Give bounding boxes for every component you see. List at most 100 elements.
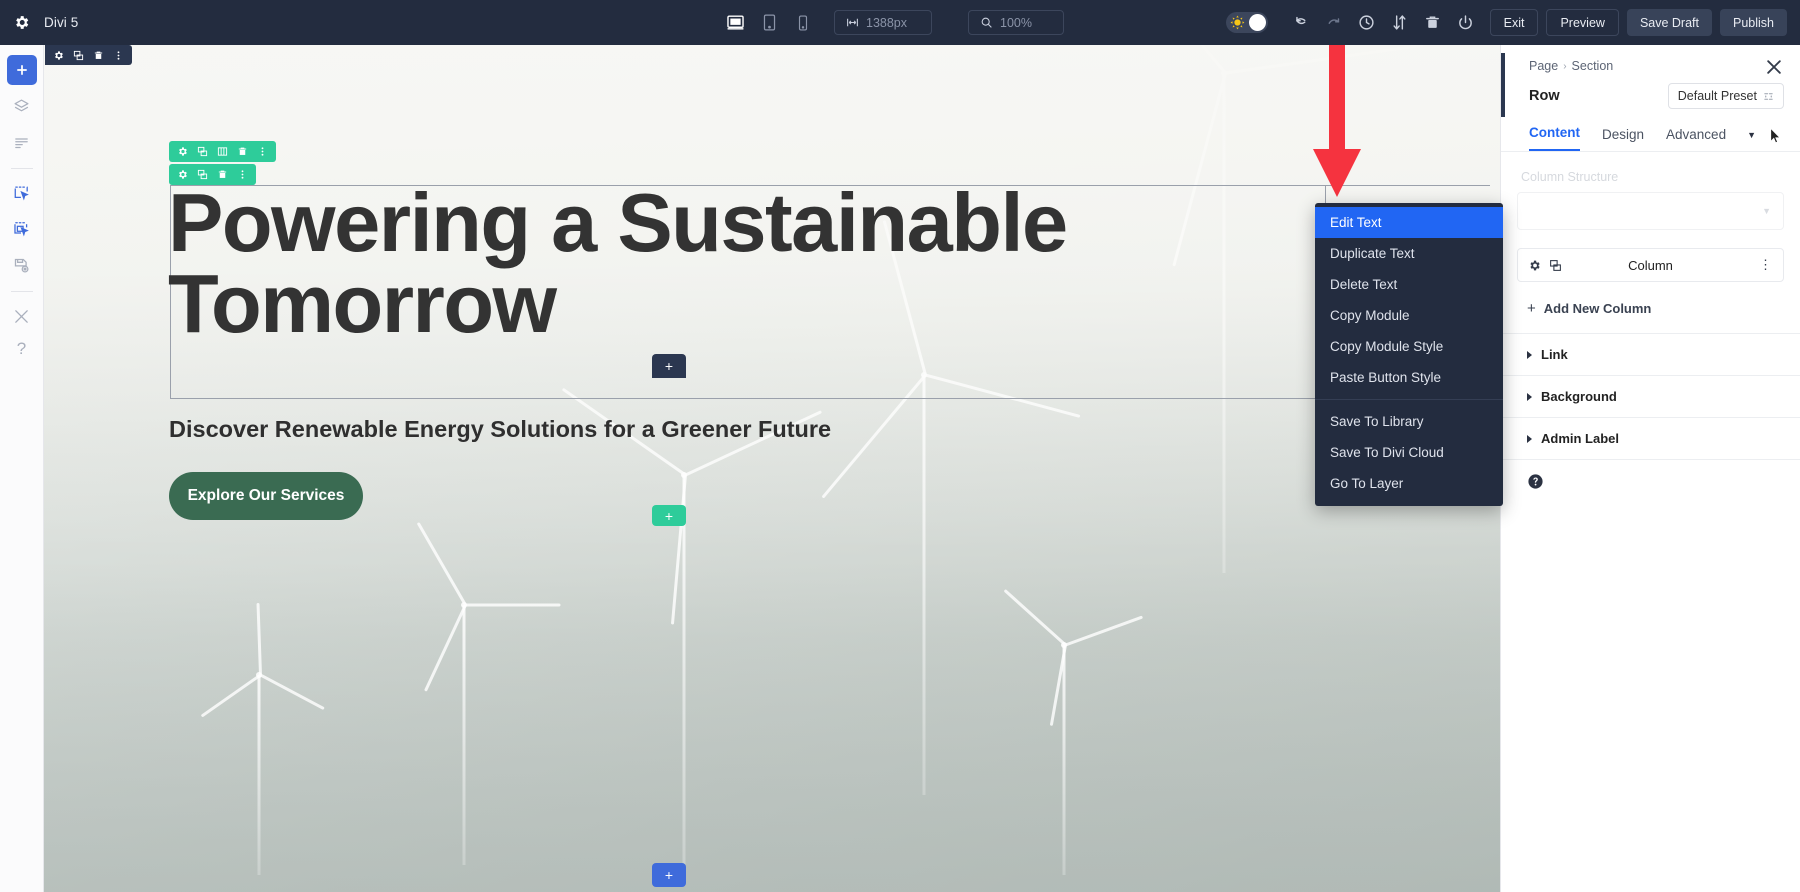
more-dots-icon[interactable]: ⋮ bbox=[1759, 257, 1773, 273]
tab-design[interactable]: Design bbox=[1602, 127, 1644, 151]
gear-icon bbox=[179, 147, 187, 156]
panel-accent-bar bbox=[1501, 53, 1505, 117]
close-icon[interactable] bbox=[1764, 57, 1784, 77]
save-disk-icon bbox=[14, 258, 29, 273]
context-menu-item-duplicate-text[interactable]: Duplicate Text bbox=[1315, 238, 1503, 269]
save-draft-button[interactable]: Save Draft bbox=[1626, 9, 1712, 36]
accordion-background[interactable]: Background bbox=[1501, 375, 1800, 417]
hero-subheadline[interactable]: Discover Renewable Energy Solutions for … bbox=[169, 416, 831, 443]
hero-headline[interactable]: Powering a Sustainable Tomorrow bbox=[168, 181, 1168, 345]
zoom-value: 100% bbox=[1000, 15, 1032, 30]
toolbar-right-group: Exit Preview Save Draft Publish bbox=[1225, 0, 1787, 45]
add-module-button-dark[interactable]: + bbox=[652, 354, 686, 378]
sidebar-item-layers[interactable] bbox=[7, 91, 37, 121]
redo-arrow-icon[interactable] bbox=[1317, 6, 1350, 39]
click-select-icon bbox=[14, 185, 29, 200]
breadcrumb-section[interactable]: Section bbox=[1572, 59, 1614, 73]
duplicate-icon bbox=[197, 146, 208, 157]
viewport-desktop-button[interactable] bbox=[722, 10, 748, 36]
viewport-phone-button[interactable] bbox=[790, 10, 816, 36]
accordion-admin-label[interactable]: Admin Label bbox=[1501, 417, 1800, 459]
sidebar-item-multi-select[interactable] bbox=[7, 214, 37, 244]
tab-advanced[interactable]: Advanced bbox=[1666, 127, 1726, 151]
viewport-width-field[interactable]: 1388px bbox=[834, 10, 932, 35]
gear-icon bbox=[55, 50, 63, 60]
section-toolbar[interactable] bbox=[45, 45, 132, 65]
add-row-button-green[interactable]: + bbox=[652, 505, 686, 526]
help-circle-icon[interactable] bbox=[1527, 473, 1544, 490]
top-toolbar: Divi 5 1388px 100% Exit Preview Save Dra… bbox=[0, 0, 1800, 45]
context-menu-item-save-to-library[interactable]: Save To Library bbox=[1315, 406, 1503, 437]
sidebar-item-help[interactable]: ? bbox=[17, 339, 26, 359]
columns-icon bbox=[217, 147, 228, 156]
app-title: Divi 5 bbox=[44, 15, 79, 30]
context-menu[interactable]: Edit Text Duplicate Text Delete Text Cop… bbox=[1315, 203, 1503, 506]
breadcrumb-separator: › bbox=[1563, 60, 1567, 72]
more-dots-icon bbox=[261, 147, 264, 156]
sidebar-item-add[interactable] bbox=[6, 55, 37, 85]
row-toolbar[interactable] bbox=[169, 141, 276, 162]
undo-arrow-icon[interactable] bbox=[1284, 6, 1317, 39]
sidebar-item-save-library[interactable] bbox=[7, 250, 37, 280]
viewport-width-value: 1388px bbox=[866, 15, 908, 30]
column-card[interactable]: Column ⋮ bbox=[1517, 248, 1784, 282]
context-menu-item-save-to-divi-cloud[interactable]: Save To Divi Cloud bbox=[1315, 437, 1503, 468]
sidebar-item-list[interactable] bbox=[7, 127, 37, 157]
wireframe-toggle[interactable] bbox=[1225, 12, 1268, 33]
exit-button[interactable]: Exit bbox=[1489, 9, 1539, 36]
sidebar-item-select-element[interactable] bbox=[7, 178, 37, 208]
sort-arrows-icon[interactable] bbox=[1383, 6, 1416, 39]
breadcrumb-page[interactable]: Page bbox=[1529, 59, 1558, 73]
wrench-screwdriver-icon bbox=[15, 309, 28, 323]
trash-icon[interactable] bbox=[1416, 6, 1449, 39]
editor-canvas[interactable]: Powering a Sustainable Tomorrow Discover… bbox=[44, 45, 1500, 892]
chevron-right-icon bbox=[1527, 434, 1532, 443]
context-menu-item-go-to-layer[interactable]: Go To Layer bbox=[1315, 468, 1503, 499]
preset-selector[interactable]: Default Preset bbox=[1667, 83, 1784, 109]
chevron-right-icon bbox=[1527, 392, 1532, 401]
context-menu-item-paste-button-style[interactable]: Paste Button Style bbox=[1315, 362, 1503, 393]
preset-icon bbox=[1764, 92, 1773, 100]
plus-icon bbox=[16, 65, 27, 75]
sun-gear-icon bbox=[1230, 15, 1245, 30]
tab-content[interactable]: Content bbox=[1529, 125, 1580, 151]
layers-icon bbox=[14, 98, 29, 111]
preview-button[interactable]: Preview bbox=[1546, 9, 1619, 36]
explore-services-button[interactable]: Explore Our Services bbox=[169, 472, 363, 520]
duplicate-icon bbox=[197, 169, 208, 180]
breadcrumb: Page › Section bbox=[1501, 45, 1800, 73]
chevron-down-icon[interactable]: ▼ bbox=[1747, 130, 1756, 140]
sidebar-item-tools[interactable] bbox=[7, 301, 37, 331]
zoom-field[interactable]: 100% bbox=[968, 10, 1064, 35]
add-section-button-blue[interactable]: + bbox=[652, 863, 686, 887]
module-toolbar[interactable] bbox=[169, 164, 256, 185]
panel-tabs: Content Design Advanced ▼ bbox=[1501, 109, 1800, 152]
trash-icon bbox=[94, 51, 103, 59]
preset-label: Default Preset bbox=[1677, 89, 1757, 103]
add-new-column-label: Add New Column bbox=[1543, 301, 1652, 316]
panel-body: Column Structure ▼ Column ⋮ + Add New Co… bbox=[1501, 152, 1800, 333]
power-icon[interactable] bbox=[1449, 6, 1482, 39]
viewport-controls: 1388px 100% bbox=[722, 0, 1064, 45]
column-structure-label: Column Structure bbox=[1521, 170, 1619, 184]
column-structure-select[interactable]: ▼ bbox=[1517, 192, 1784, 230]
hero-background-image bbox=[44, 45, 1500, 892]
context-menu-item-edit-text[interactable]: Edit Text bbox=[1315, 207, 1503, 238]
list-icon bbox=[15, 137, 28, 148]
chevron-down-icon: ▼ bbox=[1762, 206, 1771, 216]
clock-icon[interactable] bbox=[1350, 6, 1383, 39]
context-menu-item-copy-module-style[interactable]: Copy Module Style bbox=[1315, 331, 1503, 362]
multi-select-icon bbox=[14, 221, 29, 236]
context-menu-item-delete-text[interactable]: Delete Text bbox=[1315, 269, 1503, 300]
sidebar-divider-1 bbox=[10, 168, 33, 169]
accordion-link[interactable]: Link bbox=[1501, 333, 1800, 375]
context-menu-item-copy-module[interactable]: Copy Module bbox=[1315, 300, 1503, 331]
duplicate-icon bbox=[73, 50, 84, 60]
publish-button[interactable]: Publish bbox=[1720, 9, 1787, 36]
more-dots-icon bbox=[241, 170, 244, 179]
viewport-tablet-button[interactable] bbox=[756, 10, 782, 36]
accordion-background-label: Background bbox=[1541, 389, 1617, 404]
gear-icon[interactable] bbox=[13, 14, 30, 31]
add-new-column-button[interactable]: + Add New Column bbox=[1517, 298, 1784, 333]
trash-icon bbox=[238, 147, 247, 155]
